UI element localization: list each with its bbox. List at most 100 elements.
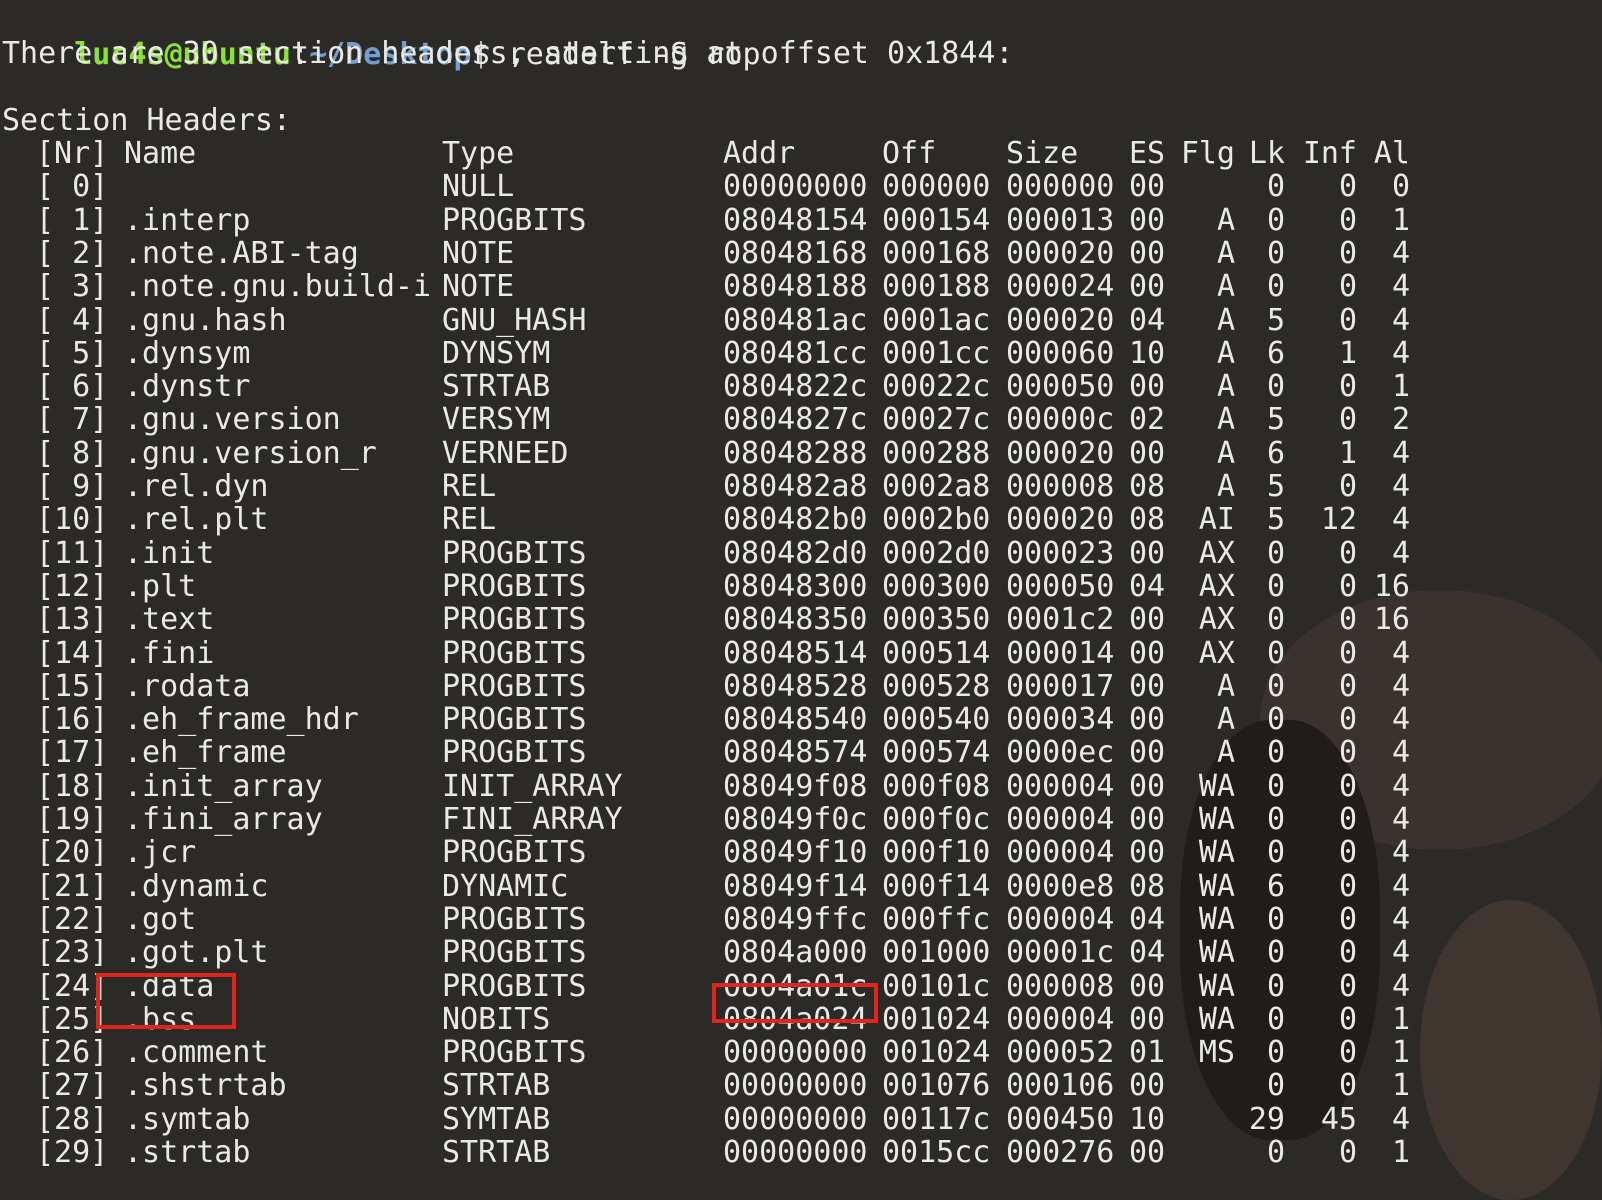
col-nr: [17] [36, 735, 109, 771]
col-off: 0001ac [882, 302, 991, 338]
col-size: 000014 [1006, 635, 1115, 671]
col-inf: 0 [1338, 702, 1357, 738]
col-flg: WA [1198, 768, 1235, 804]
col-addr: 08049ffc [723, 901, 868, 937]
col-addr: 08048514 [723, 635, 868, 671]
col-name: .gnu.version_r [124, 435, 377, 471]
col-off: 001076 [882, 1068, 991, 1104]
col-al: 4 [1391, 535, 1410, 571]
col-lk: 0 [1266, 269, 1285, 305]
highlight-box-addr [712, 982, 878, 1023]
table-row: [ 8] .gnu.version_r VERNEED 08048288 000288 0… [0, 435, 1602, 471]
col-type: VERSYM [442, 402, 551, 438]
col-nr: [16] [36, 702, 109, 738]
col-name: .eh_frame_hdr [124, 702, 359, 738]
col-addr: 080481ac [723, 302, 868, 338]
col-inf: 0 [1338, 202, 1357, 238]
col-flg: WA [1198, 868, 1235, 904]
col-addr: 08048350 [723, 602, 868, 638]
col-inf: 0 [1338, 602, 1357, 638]
col-type: STRTAB [442, 1068, 551, 1104]
col-nr: [18] [36, 768, 109, 804]
col-size: 000050 [1006, 369, 1115, 405]
col-inf: 0 [1338, 535, 1357, 571]
col-type: NOTE [442, 235, 515, 271]
col-name: .strtab [124, 1135, 251, 1170]
col-addr: Addr [723, 136, 796, 171]
col-flg: A [1216, 435, 1235, 471]
col-size: 000023 [1006, 535, 1115, 571]
table-row: [19] .fini_array FINI_ARRAY 08049f0c 000f0c 0… [0, 803, 1602, 837]
col-flg: WA [1198, 802, 1235, 837]
col-size: 000276 [1006, 1135, 1115, 1170]
col-off: 000574 [882, 735, 991, 771]
col-lk: 0 [1266, 1135, 1285, 1170]
col-inf: 0 [1338, 269, 1357, 305]
col-off: 000168 [882, 235, 991, 271]
table-row: [16] .eh_frame_hdr PROGBITS 08048540 000540 0… [0, 703, 1602, 737]
col-nr: [21] [36, 868, 109, 904]
col-addr: 00000000 [723, 169, 868, 205]
col-lk: 0 [1266, 901, 1285, 937]
col-lk: 0 [1266, 668, 1285, 704]
col-off: 000188 [882, 269, 991, 305]
col-inf: 0 [1338, 901, 1357, 937]
col-type: PROGBITS [442, 735, 587, 771]
col-off: 000514 [882, 635, 991, 671]
col-off: 000350 [882, 602, 991, 638]
col-lk: 0 [1266, 235, 1285, 271]
col-type: GNU_HASH [442, 302, 587, 338]
col-type: PROGBITS [442, 668, 587, 704]
col-name: .shstrtab [124, 1068, 287, 1104]
table-row: [22] .got PROGBITS 08049ffc 000ffc 000004 04 WA… [0, 901, 1602, 937]
col-flg: AI [1198, 502, 1235, 538]
col-addr: 08049f10 [723, 835, 868, 871]
col-size: 000106 [1006, 1068, 1115, 1104]
col-flg: WA [1198, 901, 1235, 937]
col-inf: Inf [1302, 136, 1357, 171]
col-inf: 0 [1338, 369, 1357, 405]
col-name: .rel.dyn [124, 469, 269, 504]
col-lk: 6 [1266, 335, 1285, 371]
table-row: [28] .symtab SYMTAB 00000000 00117c 000450 10 2… [0, 1102, 1602, 1137]
col-addr: 080482d0 [723, 535, 868, 571]
col-name: .init [124, 535, 215, 571]
col-type: PROGBITS [442, 602, 587, 638]
table-row: [29] .strtab STRTAB 00000000 0015cc 000276 00 0… [0, 1136, 1602, 1170]
col-addr: 08048300 [723, 568, 868, 604]
col-addr: 08048154 [723, 202, 868, 238]
section-title: Section Headers: [2, 103, 291, 138]
col-addr: 00000000 [723, 1035, 868, 1071]
col-type: DYNAMIC [442, 868, 569, 904]
table-header: [Nr] Name Type Addr Off Size ES Flg Lk Inf Al [0, 137, 1602, 171]
col-lk: 5 [1266, 469, 1285, 504]
col-addr: 08049f14 [723, 868, 868, 904]
col-al: 1 [1391, 202, 1410, 238]
col-inf: 0 [1338, 935, 1357, 971]
table-row: [ 1] .interp PROGBITS 08048154 000154 000013 0… [0, 202, 1602, 238]
col-flg: WA [1198, 968, 1235, 1004]
col-flg: WA [1198, 935, 1235, 971]
col-off: 000288 [882, 435, 991, 471]
col-name: .rodata [124, 668, 251, 704]
col-name: .gnu.version [124, 402, 341, 438]
col-size: 000008 [1006, 469, 1115, 504]
col-inf: 0 [1338, 868, 1357, 904]
table-row: [ 7] .gnu.version VERSYM 0804827c 00027c 0000… [0, 403, 1602, 437]
col-nr: [ 3] [36, 269, 109, 305]
col-al: 4 [1391, 335, 1410, 371]
col-size: 0000ec [1006, 735, 1115, 771]
col-inf: 0 [1338, 1068, 1357, 1104]
col-off: 000f0c [882, 802, 991, 837]
col-type: PROGBITS [442, 1035, 587, 1071]
col-size: 000013 [1006, 202, 1115, 238]
col-name: .dynsym [124, 335, 251, 371]
col-al: 0 [1391, 169, 1410, 205]
col-lk: 0 [1266, 802, 1285, 837]
col-inf: 0 [1338, 668, 1357, 704]
col-inf: 0 [1338, 169, 1357, 205]
col-name: .note.ABI-tag [124, 235, 359, 271]
col-al: 1 [1391, 1135, 1410, 1170]
col-size: 000004 [1006, 802, 1115, 837]
col-al: 4 [1391, 269, 1410, 305]
